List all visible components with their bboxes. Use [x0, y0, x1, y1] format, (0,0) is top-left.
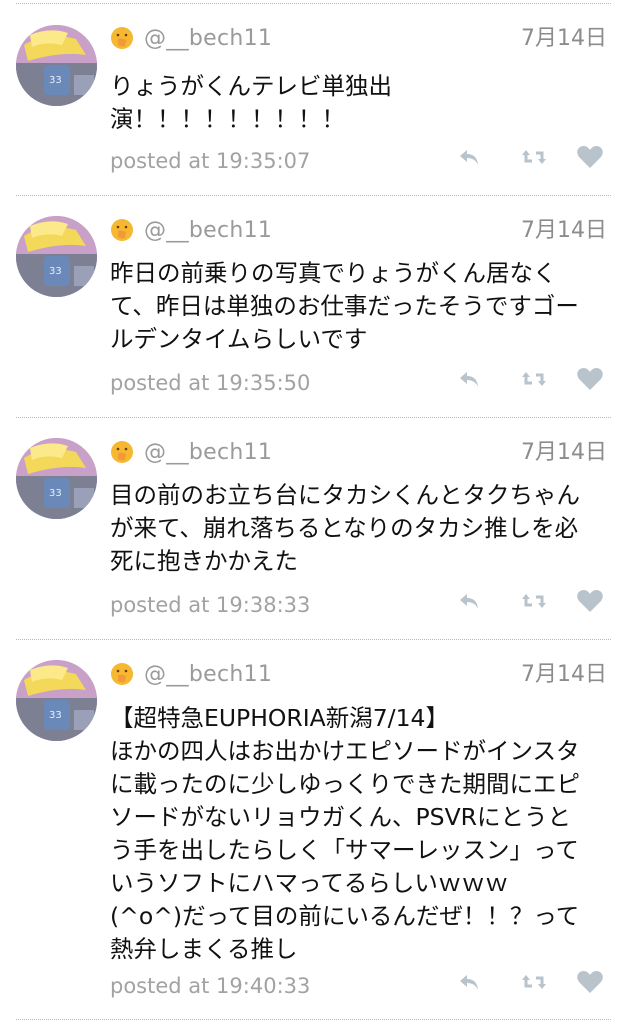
- username[interactable]: @__bech11: [144, 216, 272, 246]
- reply-icon[interactable]: [455, 967, 485, 997]
- divider: [16, 1019, 611, 1020]
- reply-icon[interactable]: [455, 586, 485, 616]
- user-avatar-image: 33: [16, 216, 97, 297]
- tweet-date[interactable]: 7月14日: [521, 24, 607, 54]
- tweet-text: 目の前のお立ち台にタカシくんとタクちゃん が来て、崩れ落ちるとなりのタカシ推しを…: [110, 481, 580, 575]
- posted-time[interactable]: posted at 19:35:07: [110, 146, 310, 176]
- divider: [16, 417, 611, 418]
- tweet-actions: [455, 364, 615, 394]
- retweet-icon[interactable]: [519, 142, 549, 172]
- reply-icon[interactable]: [455, 364, 485, 394]
- reply-icon[interactable]: [455, 142, 485, 172]
- retweet-icon[interactable]: [519, 967, 549, 997]
- tweet-header: @__bech11 7月14日: [110, 438, 607, 468]
- tweet-header: @__bech11 7月14日: [110, 216, 607, 246]
- avatar[interactable]: 33: [16, 25, 97, 106]
- user-avatar-image: 33: [16, 660, 97, 741]
- user-avatar-image: 33: [16, 25, 97, 106]
- avatar[interactable]: 33: [16, 660, 97, 741]
- hand-over-mouth-emoji-icon: [111, 663, 133, 685]
- svg-text:33: 33: [49, 710, 62, 721]
- svg-text:33: 33: [49, 266, 62, 277]
- tweet-actions: [455, 142, 615, 172]
- hand-over-mouth-emoji-icon: [111, 27, 133, 49]
- heart-icon[interactable]: [575, 142, 605, 172]
- user-avatar-image: 33: [16, 438, 97, 519]
- username[interactable]: @__bech11: [144, 438, 272, 468]
- heart-icon[interactable]: [575, 967, 605, 997]
- tweet-date[interactable]: 7月14日: [521, 438, 607, 468]
- svg-text:33: 33: [49, 75, 62, 86]
- retweet-icon[interactable]: [519, 364, 549, 394]
- hand-over-mouth-emoji-icon: [111, 219, 133, 241]
- heart-icon[interactable]: [575, 364, 605, 394]
- posted-time[interactable]: posted at 19:38:33: [110, 590, 310, 620]
- tweet-header: @__bech11 7月14日: [110, 24, 607, 54]
- tweet-date[interactable]: 7月14日: [521, 216, 607, 246]
- tweet-text: りょうがくんテレビ単独出 演！！！！！！！！！: [110, 72, 392, 133]
- tweet-actions: [455, 586, 615, 616]
- tweet-date[interactable]: 7月14日: [521, 660, 607, 690]
- username[interactable]: @__bech11: [144, 660, 272, 690]
- divider: [16, 3, 611, 4]
- avatar[interactable]: 33: [16, 438, 97, 519]
- tweet-text: 昨日の前乗りの写真でりょうがくん居なく て、昨日は単独のお仕事だったそうですゴー…: [110, 259, 579, 353]
- divider: [16, 195, 611, 196]
- tweet-header: @__bech11 7月14日: [110, 660, 607, 690]
- posted-time[interactable]: posted at 19:35:50: [110, 368, 310, 398]
- tweet-actions: [455, 967, 615, 997]
- svg-text:33: 33: [49, 488, 62, 499]
- tweet-text: 【超特急EUPHORIA新潟7/14】 ほかの四人はお出かけエピソードがインスタ…: [110, 704, 580, 963]
- heart-icon[interactable]: [575, 586, 605, 616]
- username[interactable]: @__bech11: [144, 24, 272, 54]
- hand-over-mouth-emoji-icon: [111, 441, 133, 463]
- retweet-icon[interactable]: [519, 586, 549, 616]
- posted-time[interactable]: posted at 19:40:33: [110, 971, 310, 1001]
- avatar[interactable]: 33: [16, 216, 97, 297]
- divider: [16, 639, 611, 640]
